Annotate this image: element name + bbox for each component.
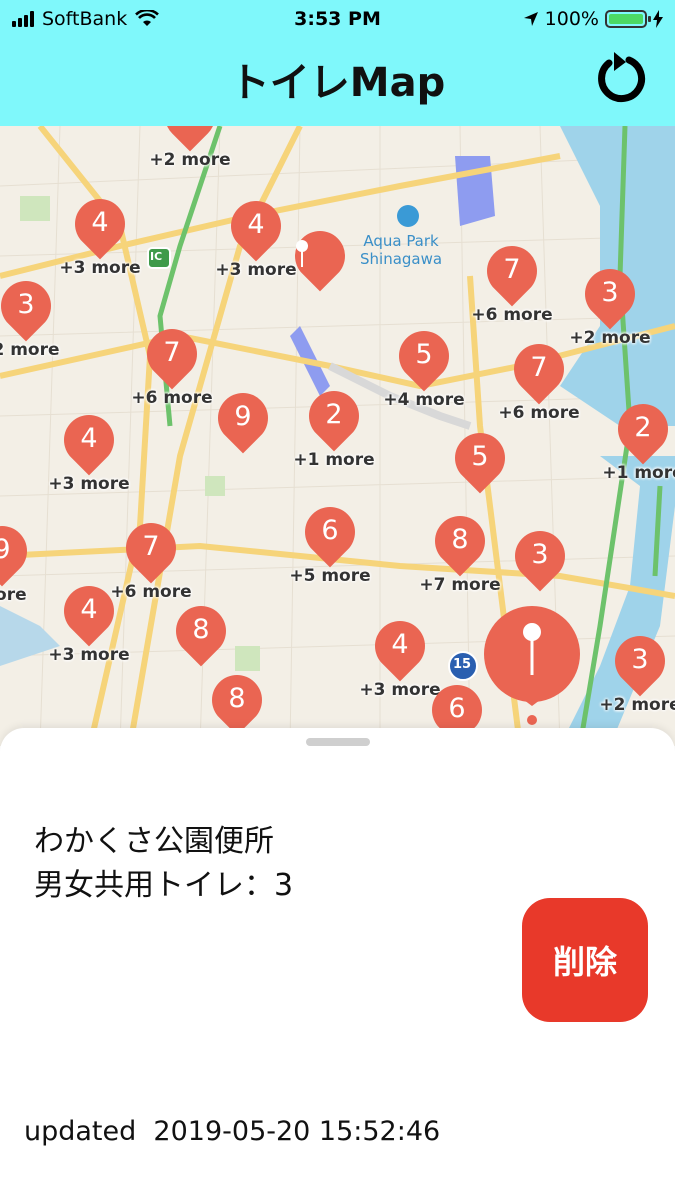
cluster-pin[interactable]: 4	[64, 188, 136, 260]
cluster-more-label: +6 more	[498, 403, 580, 423]
cluster-count: 7	[530, 352, 548, 383]
cluster-count: 3	[601, 277, 619, 308]
map-view[interactable]: Aqua Park Shinagawa IC 15 3 +2 more 4 +3 mo…	[0, 126, 675, 746]
battery-percent: 100%	[544, 8, 599, 30]
cluster-pin[interactable]: 4	[53, 404, 125, 476]
cluster-more-label: +7 more	[419, 575, 501, 595]
cluster-pin[interactable]: 3	[0, 270, 62, 342]
cluster-more-label: +3 more	[48, 474, 130, 494]
cluster-pin[interactable]: 5	[444, 422, 516, 494]
cluster-pin[interactable]: 3	[154, 126, 226, 152]
cluster-more-label: +6 more	[110, 582, 192, 602]
cluster-pin[interactable]: 8	[201, 664, 273, 736]
cluster-more-label: +6 more	[471, 305, 553, 325]
delete-button[interactable]: 削除	[522, 898, 648, 1022]
toilet-name: わかくさ公園便所	[34, 824, 274, 859]
cluster-count: 2	[325, 399, 343, 430]
cluster-pin[interactable]: 7	[136, 318, 208, 390]
selected-pin[interactable]	[480, 602, 584, 727]
cluster-pin[interactable]: 2	[607, 393, 675, 465]
cluster-more-label: +1 more	[293, 450, 375, 470]
cluster-count: 8	[451, 524, 469, 555]
cluster-pin[interactable]: 2	[298, 380, 370, 452]
cluster-count: 9	[0, 534, 11, 565]
status-right: 100%	[523, 8, 663, 30]
cluster-count: 5	[471, 441, 489, 472]
cluster-more-label: +2 more	[149, 150, 231, 170]
route-15-badge: 15	[453, 657, 472, 672]
cluster-count: 3	[531, 539, 549, 570]
cluster-pin[interactable]: 4	[53, 575, 125, 647]
cluster-count: 7	[163, 337, 181, 368]
dolphin-poi-icon	[397, 205, 419, 227]
battery-icon	[605, 10, 651, 28]
cluster-count: 6	[321, 515, 339, 546]
cluster-pin[interactable]: 9	[207, 382, 279, 454]
cluster-count: 3	[165, 126, 215, 130]
poi-label: Aqua Park Shinagawa	[360, 232, 443, 268]
cluster-more-label: +3 more	[215, 260, 297, 280]
cluster-count: 5	[415, 339, 433, 370]
cluster-count: 7	[503, 254, 521, 285]
cluster-pin[interactable]: 7	[503, 333, 575, 405]
location-arrow-icon	[523, 12, 538, 26]
cluster-pin[interactable]: 8	[165, 595, 237, 667]
status-bar: SoftBank 3:53 PM 100%	[0, 0, 675, 40]
cluster-count: 4	[247, 209, 265, 240]
cluster-pin[interactable]: 3	[504, 520, 576, 592]
cluster-more-label: +3 more	[59, 258, 141, 278]
cluster-pin[interactable]: 7	[115, 512, 187, 584]
cluster-pin[interactable]	[284, 220, 356, 292]
cluster-more-label: +2 more	[599, 695, 675, 715]
cluster-pin[interactable]: 6	[294, 496, 366, 568]
cluster-more-label: more	[0, 585, 27, 605]
cluster-count: 9	[234, 401, 252, 432]
cluster-pin[interactable]: 3	[574, 258, 646, 330]
cluster-count: 3	[631, 644, 649, 675]
page-title: トイレMap	[229, 60, 446, 106]
ic-badge: IC	[150, 250, 163, 263]
cluster-more-label: +2 more	[569, 328, 651, 348]
cluster-count: 4	[80, 594, 98, 625]
cluster-count: 2	[634, 412, 652, 443]
charging-bolt-icon	[653, 10, 663, 28]
cluster-more-label: +6 more	[131, 388, 213, 408]
updated-timestamp: updated 2019-05-20 15:52:46	[24, 1116, 441, 1147]
toilet-info: 男女共用トイレ：3	[34, 868, 294, 903]
cluster-more-label: +3 more	[48, 645, 130, 665]
cluster-pin[interactable]: 8	[424, 505, 496, 577]
cluster-more-label: +1 more	[602, 463, 675, 483]
cluster-more-label: +3 more	[359, 680, 441, 700]
cluster-count: 8	[192, 614, 210, 645]
cluster-pin[interactable]: 9	[0, 515, 38, 587]
cluster-pin[interactable]: 4	[220, 190, 292, 262]
cluster-more-label: +5 more	[289, 566, 371, 586]
refresh-icon[interactable]	[592, 48, 652, 108]
cluster-count: 8	[228, 683, 246, 714]
cluster-count: 4	[391, 629, 409, 660]
cluster-pin[interactable]: 4	[364, 610, 436, 682]
cluster-count: 7	[142, 531, 160, 562]
cluster-pin[interactable]: 3	[604, 625, 675, 697]
cluster-count: 3	[17, 289, 35, 320]
cluster-more-label: +4 more	[383, 390, 465, 410]
nav-bar: トイレMap	[0, 40, 675, 126]
cluster-more-label: 2 more	[0, 340, 60, 360]
cluster-count: 6	[448, 693, 466, 724]
cluster-pin[interactable]: 7	[476, 235, 548, 307]
sheet-grabber[interactable]	[306, 738, 370, 746]
detail-sheet[interactable]: わかくさ公園便所 男女共用トイレ：3 削除 updated 2019-05-20…	[0, 728, 675, 1200]
cluster-count: 4	[91, 207, 109, 238]
cluster-count: 4	[80, 423, 98, 454]
cluster-pin[interactable]: 5	[388, 320, 460, 392]
